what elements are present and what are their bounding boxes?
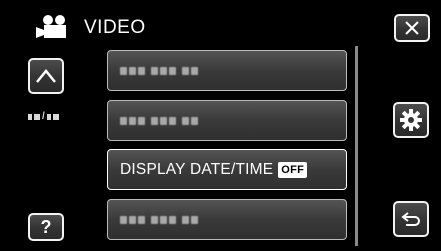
gear-icon bbox=[400, 109, 422, 131]
help-button[interactable]: ? bbox=[28, 213, 64, 241]
return-icon bbox=[401, 212, 420, 226]
page-indicator: / bbox=[28, 112, 59, 122]
settings-button[interactable] bbox=[393, 102, 429, 138]
title-bar: VIDEO bbox=[0, 0, 441, 44]
menu-item-label-blurred bbox=[120, 215, 198, 224]
menu-item-4[interactable] bbox=[107, 199, 347, 240]
page-indicator-icon bbox=[28, 114, 32, 120]
scrollbar[interactable] bbox=[355, 46, 358, 246]
back-button[interactable] bbox=[393, 201, 429, 237]
menu-item-label: DISPLAY DATE/TIME bbox=[120, 160, 274, 178]
menu-item-label-blurred bbox=[120, 66, 198, 75]
video-camera-icon bbox=[36, 15, 66, 38]
chevron-up-icon bbox=[36, 69, 56, 83]
close-icon bbox=[405, 21, 419, 35]
scroll-up-button[interactable] bbox=[28, 58, 64, 94]
status-badge: OFF bbox=[278, 161, 308, 178]
menu-item-label-blurred bbox=[120, 116, 198, 125]
close-button[interactable] bbox=[394, 14, 430, 42]
menu-item-display-date-time[interactable]: DISPLAY DATE/TIME OFF bbox=[107, 149, 347, 190]
page-title: VIDEO bbox=[84, 17, 146, 38]
menu-item-2[interactable] bbox=[107, 100, 347, 141]
menu-item-1[interactable] bbox=[107, 50, 347, 91]
